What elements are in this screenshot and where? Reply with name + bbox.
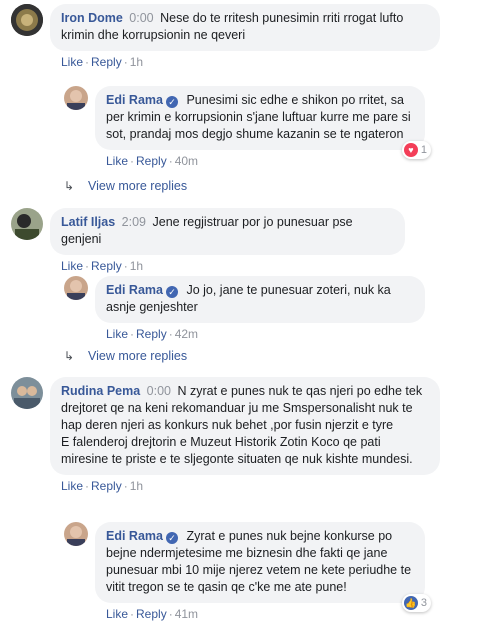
reply-author[interactable]: Edi Rama (106, 529, 163, 543)
reply-arrow-icon: ↳ (64, 179, 75, 193)
like-thumb-icon: 👍 (403, 596, 418, 610)
reply-time[interactable]: 40m (175, 154, 198, 168)
reply-link[interactable]: Reply (136, 607, 167, 621)
reaction-number: 3 (420, 596, 427, 609)
comment-time[interactable]: 1h (130, 479, 143, 493)
like-link[interactable]: Like (61, 479, 83, 493)
reply-author[interactable]: Edi Rama (106, 283, 163, 297)
view-more-replies[interactable]: ↳ View more replies (64, 179, 187, 193)
reply: Edi Rama ✓ Punesimi sic edhe e shikon po … (64, 86, 431, 169)
avatar[interactable] (11, 4, 43, 36)
like-link[interactable]: Like (106, 154, 128, 168)
reply-link[interactable]: Reply (91, 479, 122, 493)
view-more-label: View more replies (88, 179, 188, 193)
reply-author[interactable]: Edi Rama (106, 93, 163, 107)
avatar[interactable] (11, 208, 43, 240)
like-link[interactable]: Like (61, 259, 83, 273)
reply-link[interactable]: Reply (136, 154, 167, 168)
verified-badge-icon: ✓ (165, 96, 178, 108)
avatar-image (11, 377, 43, 409)
comment-bubble: Latif Iljas 2:09 Jene regjistruar por jo… (50, 208, 405, 255)
comment-actions: Like · Reply · 1h (61, 55, 144, 69)
verified-badge-icon: ✓ (165, 286, 178, 298)
comment: Iron Dome 0:00 Nese do te rritesh punesi… (11, 4, 440, 70)
avatar-image (64, 86, 88, 110)
comment-text-second-line: E falenderoj drejtorin e Muzeut Historik… (61, 435, 413, 466)
comment-bubble: Iron Dome 0:00 Nese do te rritesh punesi… (50, 4, 440, 51)
comment-author[interactable]: Iron Dome (61, 11, 123, 25)
reply: Edi Rama ✓ Jo jo, jane te punesuar zoteri… (64, 276, 425, 342)
reaction-number: 1 (420, 143, 427, 156)
comment-bubble: Rudina Pema 0:00 N zyrat e punes nuk te … (50, 377, 440, 475)
video-timestamp[interactable]: 2:09 (122, 215, 146, 229)
reply-link[interactable]: Reply (91, 259, 122, 273)
reply-bubble: Edi Rama ✓ Jo jo, jane te punesuar zoteri… (95, 276, 425, 323)
like-link[interactable]: Like (106, 327, 128, 341)
verified-badge-icon: ✓ (165, 532, 178, 544)
avatar-image (64, 276, 88, 300)
comment: Latif Iljas 2:09 Jene regjistruar por jo… (11, 208, 405, 274)
comment-time[interactable]: 1h (130, 55, 143, 69)
video-timestamp[interactable]: 0:00 (129, 11, 153, 25)
comment: Rudina Pema 0:00 N zyrat e punes nuk te … (11, 377, 440, 494)
reply-link[interactable]: Reply (136, 327, 167, 341)
comment-author[interactable]: Latif Iljas (61, 215, 115, 229)
reply-actions: Like · Reply · 42m (106, 327, 199, 341)
avatar-image (64, 522, 88, 546)
reply-arrow-icon: ↳ (64, 349, 75, 363)
reply-time[interactable]: 41m (175, 607, 198, 621)
avatar[interactable] (64, 522, 88, 546)
reply-actions: Like · Reply · 40m (106, 154, 199, 168)
reply-bubble: Edi Rama ✓ Punesimi sic edhe e shikon po … (95, 86, 431, 159)
reply-bubble: Edi Rama ✓ Zyrat e punes nuk bejne konkur… (95, 522, 431, 612)
video-timestamp[interactable]: 0:00 (147, 384, 171, 398)
reply: Edi Rama ✓ Zyrat e punes nuk bejne konkur… (64, 522, 431, 622)
reply-actions: Like · Reply · 41m (106, 607, 199, 621)
reply-time[interactable]: 42m (175, 327, 198, 341)
reply-link[interactable]: Reply (91, 55, 122, 69)
view-more-label: View more replies (88, 349, 188, 363)
comment-actions: Like · Reply · 1h (61, 479, 144, 493)
comment-time[interactable]: 1h (130, 259, 143, 273)
reaction-count[interactable]: 👍 3 (401, 594, 431, 612)
like-link[interactable]: Like (106, 607, 128, 621)
comment-actions: Like · Reply · 1h (61, 259, 144, 273)
avatar[interactable] (64, 276, 88, 300)
heart-icon: ♥ (403, 143, 418, 157)
avatar-image (11, 4, 43, 36)
view-more-replies[interactable]: ↳ View more replies (64, 349, 187, 363)
avatar[interactable] (11, 377, 43, 409)
avatar-image (11, 208, 43, 240)
avatar[interactable] (64, 86, 88, 110)
reaction-count[interactable]: ♥ 1 (401, 141, 431, 159)
like-link[interactable]: Like (61, 55, 83, 69)
comment-author[interactable]: Rudina Pema (61, 384, 140, 398)
